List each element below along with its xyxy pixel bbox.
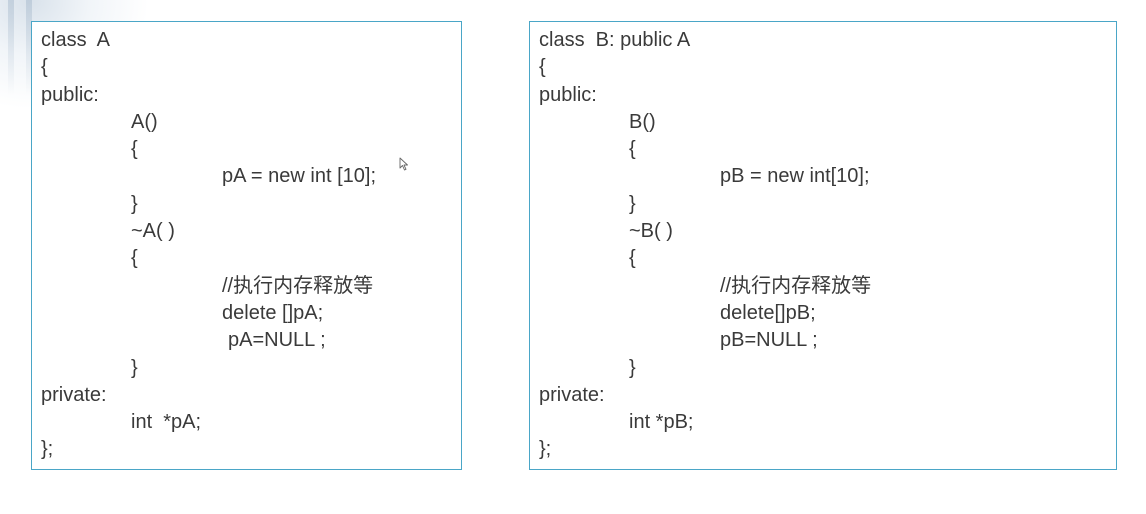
code-line: int *pB;	[629, 411, 694, 434]
code-line: int *pA;	[131, 411, 202, 434]
code-line: public:	[41, 83, 99, 106]
code-line: class A	[41, 29, 110, 51]
class-b-code: class B: public A { public: B() { pB = n…	[530, 27, 1116, 464]
code-line: }	[629, 356, 636, 379]
code-line: delete []pA;	[222, 301, 324, 324]
code-line: private:	[41, 383, 107, 406]
class-b-code-box: class B: public A { public: B() { pB = n…	[529, 21, 1117, 470]
class-a-code-box: class A { public: A() { pA = new int [10…	[31, 21, 462, 470]
code-line: {	[131, 247, 138, 270]
mouse-pointer-icon	[399, 157, 408, 171]
code-line: }	[131, 192, 138, 215]
code-line: pB = new int[10];	[720, 165, 870, 188]
code-line: {	[539, 56, 546, 79]
code-line: private:	[539, 383, 605, 406]
code-line: {	[629, 138, 636, 161]
code-line: pA = new int [10];	[222, 165, 376, 188]
code-line: //执行内存释放等	[720, 274, 872, 297]
code-line: class B: public A	[539, 29, 691, 51]
class-a-code: class A { public: A() { pA = new int [10…	[32, 27, 461, 464]
code-line: pB=NULL ;	[720, 329, 818, 352]
code-line: ~B( )	[629, 220, 673, 243]
code-line: public:	[539, 83, 597, 106]
code-line: A()	[131, 110, 158, 133]
code-line: pA=NULL ;	[228, 329, 326, 352]
code-line: //执行内存释放等	[222, 274, 374, 297]
background-streak	[8, 0, 14, 95]
code-line: };	[41, 438, 54, 461]
code-line: {	[41, 56, 48, 79]
code-line: {	[629, 247, 636, 270]
code-line: };	[539, 438, 552, 461]
code-line: }	[629, 192, 636, 215]
code-line: }	[131, 356, 138, 379]
code-line: delete[]pB;	[720, 301, 816, 324]
code-line: ~A( )	[131, 220, 175, 243]
code-line: B()	[629, 110, 656, 133]
code-line: {	[131, 138, 138, 161]
